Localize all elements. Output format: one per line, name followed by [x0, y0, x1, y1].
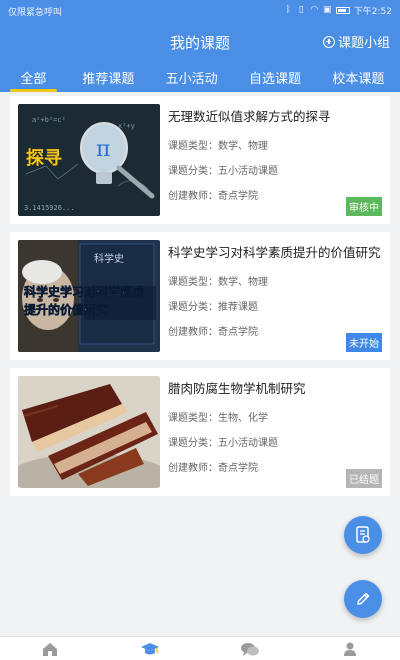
nfc-icon: ▣	[323, 5, 332, 15]
topic-type: 课题类型：数学、物理	[168, 277, 268, 288]
home-icon	[43, 642, 57, 656]
status-time: 下午2:52	[353, 7, 392, 17]
formula-text-2: x²+y	[118, 122, 135, 130]
formula-text: a²+b²=c²	[32, 116, 66, 124]
nav-messages[interactable]	[200, 637, 300, 660]
bottom-navigation	[0, 636, 400, 660]
chat-bubbles-icon	[241, 642, 259, 656]
topic-title: 科学史学习对科学素质提升的价值研究	[168, 245, 381, 260]
app-header: 仅限紧急呼叫 ᛒ ▯ ◠ ▣ 下午2:52 我的课题 课题小组 全部 推荐课题 …	[0, 0, 400, 92]
edit-fab-button[interactable]	[344, 580, 382, 618]
topic-category: 课题分类：五小活动课题	[168, 438, 278, 449]
topic-card[interactable]: a²+b²=c² x²+y π 探寻 3.1415926... 无理数近似值求解…	[10, 96, 390, 224]
topic-group-label: 课题小组	[337, 36, 390, 51]
category-tabs: 全部 推荐课题 五小活动 自选课题 校本课题	[0, 64, 400, 92]
topic-title: 无理数近似值求解方式的探寻	[168, 109, 331, 124]
topic-card[interactable]: 科学史 科学史学习对科学素质 提升的价值研究 科学史学习对科学素质提升的价值研究…	[10, 232, 390, 360]
carrier-text: 仅限紧急呼叫	[8, 8, 63, 18]
topic-category: 课题分类：五小活动课题	[168, 166, 278, 177]
document-icon	[356, 526, 370, 543]
status-badge: 未开始	[346, 333, 382, 352]
explore-text: 探寻	[26, 147, 62, 169]
tab-five-activities[interactable]: 五小活动	[150, 64, 233, 92]
book-title-text: 科学史	[94, 252, 124, 265]
pi-symbol-text: π	[96, 137, 110, 162]
scientist-portrait-image: 科学史 科学史学习对科学素质 提升的价值研究	[18, 240, 160, 352]
status-badge: 已结题	[346, 469, 382, 488]
bluetooth-icon: ᛒ	[285, 5, 291, 15]
document-fab-button[interactable]	[344, 516, 382, 554]
graduation-cap-icon	[141, 642, 159, 654]
tab-recommended[interactable]: 推荐课题	[67, 64, 150, 92]
tab-all[interactable]: 全部	[0, 64, 67, 92]
pencil-icon	[357, 592, 370, 605]
topic-list: a²+b²=c² x²+y π 探寻 3.1415926... 无理数近似值求解…	[10, 96, 390, 504]
status-bar: 仅限紧急呼叫 ᛒ ▯ ◠ ▣ 下午2:52	[0, 0, 400, 22]
topic-category: 课题分类：推荐课题	[168, 302, 258, 313]
topic-type: 课题类型：数学、物理	[168, 141, 268, 152]
status-badge: 审核中	[346, 197, 382, 216]
nav-home[interactable]	[0, 637, 100, 660]
lightbulb-math-image: a²+b²=c² x²+y π 探寻 3.1415926...	[18, 104, 160, 216]
wifi-icon: ◠	[310, 5, 319, 15]
tab-school-based[interactable]: 校本课题	[317, 64, 400, 92]
overlay-title-line1: 科学史学习对科学素质	[24, 284, 144, 299]
user-icon	[344, 642, 356, 656]
add-circle-icon	[322, 35, 335, 48]
topic-card[interactable]: 腊肉防腐生物学机制研究 课题类型：生物、化学 课题分类：五小活动课题 创建教师：…	[10, 368, 390, 496]
battery-icon	[335, 7, 350, 14]
pi-value-text: 3.1415926...	[24, 204, 75, 212]
nav-topics[interactable]	[100, 637, 200, 660]
topic-group-button[interactable]: 课题小组	[322, 32, 390, 51]
overlay-title-line2: 提升的价值研究	[24, 302, 108, 317]
cured-meat-image	[18, 376, 160, 488]
tab-self-selected[interactable]: 自选课题	[233, 64, 316, 92]
nav-profile[interactable]	[300, 637, 400, 660]
vibrate-icon: ▯	[298, 5, 304, 15]
topic-title: 腊肉防腐生物学机制研究	[168, 381, 306, 396]
topic-type: 课题类型：生物、化学	[168, 413, 268, 424]
